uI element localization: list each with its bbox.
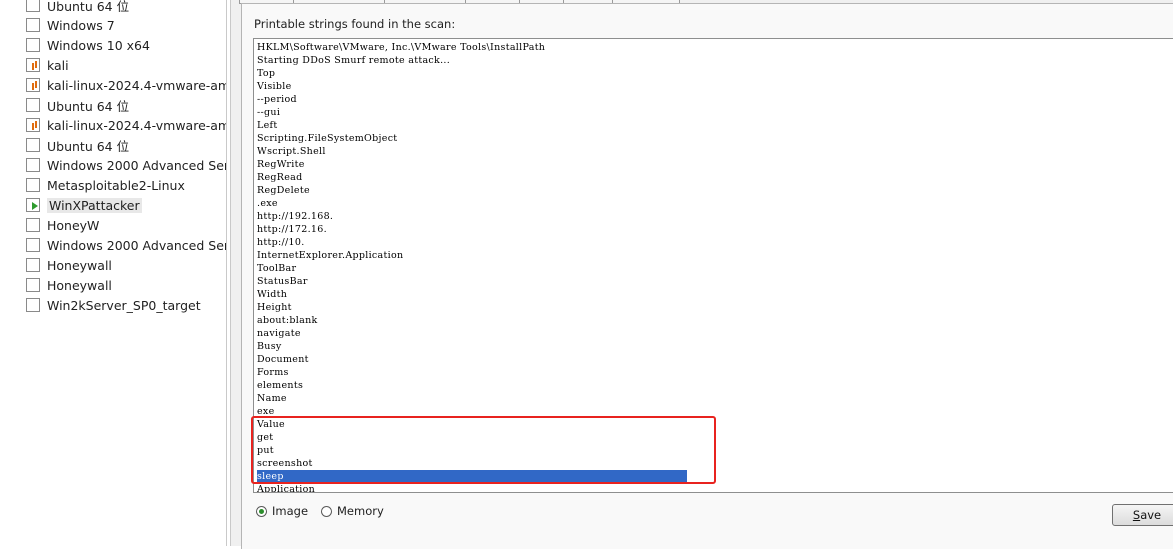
sidebar-vm-label: Ubuntu 64 位 <box>47 138 130 154</box>
vm-box-icon <box>26 238 40 252</box>
string-row[interactable]: Wscript.Shell <box>257 145 326 158</box>
string-row[interactable]: ToolBar <box>257 262 296 275</box>
string-row[interactable]: RegRead <box>257 171 302 184</box>
string-row[interactable]: Starting DDoS Smurf remote attack... <box>257 54 450 67</box>
vm-snapshot-icon <box>26 58 40 72</box>
sidebar-vm-item[interactable]: Windows 2000 Advanced Serv <box>26 235 226 255</box>
string-row[interactable]: Application <box>257 483 315 492</box>
string-row[interactable]: about:blank <box>257 314 318 327</box>
image-radio-option[interactable]: Image <box>256 503 308 519</box>
memory-radio-option[interactable]: Memory <box>321 503 384 519</box>
vm-box-icon <box>26 278 40 292</box>
string-row[interactable]: http://10. <box>257 236 305 249</box>
memory-radio-label: Memory <box>337 504 384 518</box>
string-row[interactable]: Scripting.FileSystemObject <box>257 132 397 145</box>
vm-running-icon <box>26 198 40 212</box>
string-row[interactable]: InternetExplorer.Application <box>257 249 403 262</box>
string-row[interactable]: http://172.16. <box>257 223 327 236</box>
vm-snapshot-icon <box>26 78 40 92</box>
vm-box-icon <box>26 138 40 152</box>
sidebar-vm-label: kali-linux-2024.4-vmware-amd <box>47 77 226 93</box>
sidebar-vm-item[interactable]: Metasploitable2-Linux <box>26 175 185 195</box>
vm-box-icon <box>26 218 40 232</box>
string-row[interactable]: Name <box>257 392 287 405</box>
string-row[interactable]: Busy <box>257 340 282 353</box>
vm-box-icon <box>26 98 40 112</box>
sidebar-vm-item[interactable]: Windows 10 x64 <box>26 35 150 55</box>
sidebar-vm-label: Honeywall <box>47 257 112 273</box>
string-row[interactable]: navigate <box>257 327 301 340</box>
vm-box-icon <box>26 298 40 312</box>
string-row[interactable]: .exe <box>257 197 278 210</box>
vm-box-icon <box>26 158 40 172</box>
string-row[interactable]: StatusBar <box>257 275 308 288</box>
string-row[interactable]: Top <box>257 67 275 80</box>
strings-label: Printable strings found in the scan: <box>254 17 456 31</box>
sidebar-vm-label: Windows 10 x64 <box>47 37 150 53</box>
vm-box-icon <box>26 0 40 12</box>
image-radio-button[interactable] <box>256 505 267 517</box>
sidebar-vm-item[interactable]: Honeywall <box>26 255 112 275</box>
sidebar-vm-label: Windows 2000 Advanced Serv <box>47 157 226 173</box>
sidebar-vm-item[interactable]: Windows 2000 Advanced Serv <box>26 155 226 175</box>
sidebar-vm-item[interactable]: Win2kServer_SP0_target <box>26 295 201 315</box>
vm-library-sidebar: Ubuntu 64 位 Windows 7 Windows 10 x64 kali ka… <box>0 0 226 546</box>
sidebar-vm-label: WinXPattacker <box>47 197 142 213</box>
sidebar-vm-label: Win2kServer_SP0_target <box>47 297 201 313</box>
sidebar-vm-label: Ubuntu 64 位 <box>47 98 130 114</box>
string-row[interactable]: --period <box>257 93 297 106</box>
sidebar-vm-item[interactable]: Ubuntu 64 位 <box>26 95 129 115</box>
sidebar-vm-label: kali-linux-2024.4-vmware-amd <box>47 117 226 133</box>
sidebar-vm-item[interactable]: Honeywall <box>26 275 112 295</box>
sidebar-vm-item[interactable]: Ubuntu 64 位 <box>26 135 129 155</box>
string-row[interactable]: Height <box>257 301 292 314</box>
sidebar-vm-label: Windows 7 <box>47 17 115 33</box>
sidebar-vm-item[interactable]: Ubuntu 64 位 <box>26 0 129 15</box>
sidebar-vm-item[interactable]: kali-linux-2024.4-vmware-amd <box>26 115 226 135</box>
string-row[interactable]: --gui <box>257 106 280 119</box>
sidebar-vm-label: Honeywall <box>47 277 112 293</box>
image-radio-label: Image <box>272 504 309 518</box>
string-row[interactable]: RegDelete <box>257 184 310 197</box>
vm-box-icon <box>26 18 40 32</box>
sidebar-vm-label: Ubuntu 64 位 <box>47 0 130 14</box>
sidebar-vm-item[interactable]: Windows 7 <box>26 15 115 35</box>
string-row[interactable]: Left <box>257 119 277 132</box>
sidebar-divider[interactable] <box>226 0 227 546</box>
string-row[interactable]: http://192.168. <box>257 210 333 223</box>
memory-radio-button[interactable] <box>321 505 332 517</box>
vm-snapshot-icon <box>26 118 40 132</box>
annotation-highlight-box <box>251 416 716 484</box>
sidebar-vm-label: kali <box>47 57 69 73</box>
sidebar-vm-label: HoneyW <box>47 217 100 233</box>
vm-box-icon <box>26 38 40 52</box>
sidebar-vm-label: Metasploitable2-Linux <box>47 177 185 193</box>
vm-box-icon <box>26 258 40 272</box>
save-button[interactable]: Save <box>1112 504 1173 526</box>
string-row[interactable]: Width <box>257 288 287 301</box>
sidebar-vm-item[interactable]: kali <box>26 55 69 75</box>
string-row[interactable]: elements <box>257 379 303 392</box>
sidebar-vm-label: Windows 2000 Advanced Serv <box>47 237 226 253</box>
string-row[interactable]: Document <box>257 353 309 366</box>
string-row[interactable]: Forms <box>257 366 289 379</box>
sidebar-vm-item[interactable]: WinXPattacker <box>26 195 142 215</box>
sidebar-vm-item[interactable]: kali-linux-2024.4-vmware-amd <box>26 75 226 95</box>
string-row[interactable]: HKLM\Software\VMware, Inc.\VMware Tools\… <box>257 41 545 54</box>
save-label: ave <box>1140 508 1162 522</box>
sidebar-vm-item[interactable]: HoneyW <box>26 215 99 235</box>
vm-box-icon <box>26 178 40 192</box>
string-row[interactable]: RegWrite <box>257 158 305 171</box>
string-row[interactable]: Visible <box>257 80 292 93</box>
